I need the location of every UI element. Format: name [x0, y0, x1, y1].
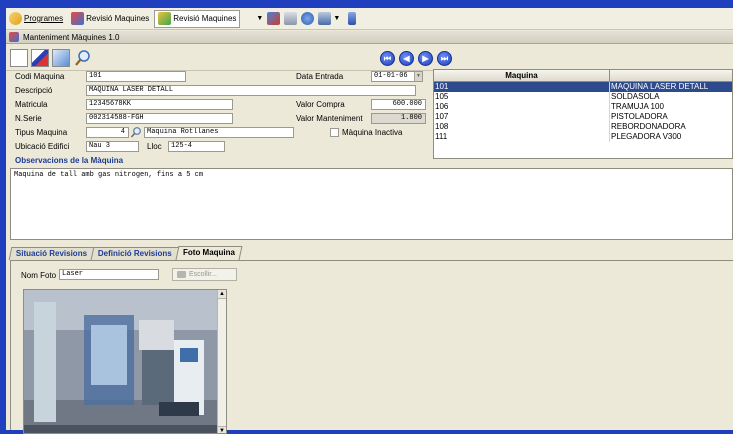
- wrench-icon[interactable]: [267, 12, 281, 25]
- menu-revisio-maquines-2[interactable]: Revisió Maquines: [154, 9, 241, 28]
- dropdown-icon-2[interactable]: ▼: [333, 15, 340, 22]
- menu-revisio-maquines[interactable]: Revisió Maquines: [68, 10, 152, 28]
- tools-icon: [71, 12, 85, 25]
- photo-scrollbar[interactable]: ▲ ▼: [217, 290, 226, 433]
- escollir-button[interactable]: Escollir...: [172, 268, 237, 281]
- matricula-field[interactable]: 12345678KK: [86, 99, 233, 110]
- edit-icon[interactable]: [31, 49, 49, 67]
- add-icon: [158, 12, 172, 25]
- app-window: Programes Revisió Maquines Revisió Maqui…: [6, 8, 733, 434]
- window-icon[interactable]: [318, 12, 332, 25]
- table-row[interactable]: 105 SOLDASOLA: [434, 92, 732, 102]
- table-row[interactable]: 108 REBORDONADORA: [434, 122, 732, 132]
- table-row[interactable]: 111 PLEGADORA V300: [434, 132, 732, 142]
- exit-icon[interactable]: [348, 12, 357, 25]
- descripcio-field[interactable]: MAQUINA LASER DETALL: [86, 85, 416, 96]
- column-header-maquina[interactable]: Maquina: [434, 70, 610, 81]
- search-icon[interactable]: [74, 49, 92, 67]
- first-record-button[interactable]: ⏮: [380, 51, 395, 66]
- machine-list-header: Maquina: [434, 70, 732, 82]
- previous-record-button[interactable]: ◀: [399, 51, 414, 66]
- next-record-button[interactable]: ▶: [418, 51, 433, 66]
- inactiva-label: Màquina Inactiva: [342, 128, 403, 137]
- tab-situacio-revisions[interactable]: Situació Revisions: [8, 247, 95, 260]
- gear-icon[interactable]: [301, 12, 315, 25]
- ubicacio-label: Ubicació Edifici: [15, 142, 70, 151]
- observacions-label: Observacions de la Màquina: [15, 156, 124, 165]
- codi-field[interactable]: 101: [86, 71, 186, 82]
- new-document-icon[interactable]: [10, 49, 28, 67]
- printer-icon[interactable]: [284, 12, 298, 25]
- last-record-button[interactable]: ⏭: [437, 51, 452, 66]
- lloc-field[interactable]: 125-4: [168, 141, 225, 152]
- table-row[interactable]: 107 PISTOLADORA: [434, 112, 732, 122]
- valor-manteniment-field: 1.800: [371, 113, 426, 124]
- toolbar: ⏮ ◀ ▶ ⏭: [6, 45, 733, 71]
- nserie-label: N.Serie: [15, 114, 42, 123]
- tab-foto-maquina[interactable]: Foto Maquina: [175, 246, 243, 260]
- programs-icon: [9, 12, 22, 25]
- valor-manteniment-label: Valor Manteniment: [296, 114, 363, 123]
- menu-programes[interactable]: Programes: [6, 10, 66, 28]
- tab-definicio-revisions[interactable]: Definició Revisions: [90, 247, 180, 260]
- tipus-field[interactable]: 4: [86, 127, 129, 138]
- tipus-label: Tipus Maquina: [15, 128, 68, 137]
- machine-list[interactable]: Maquina 101 MAQUINA LASER DETALL 105 SOL…: [433, 69, 733, 159]
- tipus-search-icon[interactable]: [130, 126, 142, 138]
- folder-icon: [177, 271, 186, 278]
- table-row[interactable]: 106 TRAMUJA 100: [434, 102, 732, 112]
- descripcio-label: Descripció: [15, 86, 53, 95]
- tab-strip: Situació Revisions Definició Revisions F…: [8, 246, 243, 260]
- observacions-textarea[interactable]: Maquina de tall amb gas nitrogen, fins a…: [10, 168, 733, 240]
- table-row[interactable]: 101 MAQUINA LASER DETALL: [434, 82, 732, 92]
- scroll-down-icon[interactable]: ▼: [218, 426, 226, 433]
- date-picker-icon[interactable]: ▼: [414, 72, 422, 81]
- nserie-field[interactable]: 002314588-FGH: [86, 113, 233, 124]
- scroll-up-icon[interactable]: ▲: [218, 290, 226, 299]
- valor-compra-label: Valor Compra: [296, 100, 345, 109]
- copy-icon[interactable]: [52, 49, 70, 67]
- nom-foto-label: Nom Foto: [21, 271, 57, 280]
- inactiva-checkbox[interactable]: [330, 128, 339, 137]
- menubar: Programes Revisió Maquines Revisió Maqui…: [6, 8, 733, 30]
- machine-photo: ▲ ▼: [23, 289, 227, 434]
- window-title: Manteniment Màquines 1.0: [23, 32, 120, 42]
- machine-photo-image: [24, 290, 219, 433]
- column-header-blank: [610, 70, 732, 81]
- codi-label: Codi Maquina: [15, 72, 65, 81]
- valor-compra-field[interactable]: 600.000: [371, 99, 426, 110]
- ubicacio-field[interactable]: Nau 3: [86, 141, 139, 152]
- tools-icon: [9, 32, 19, 42]
- data-entrada-label: Data Entrada: [296, 72, 344, 81]
- dropdown-icon[interactable]: ▼: [256, 15, 263, 22]
- child-window-titlebar: Manteniment Màquines 1.0: [6, 31, 733, 44]
- matricula-label: Matricula: [15, 100, 48, 109]
- lloc-label: Lloc: [147, 142, 162, 151]
- nom-foto-field[interactable]: Laser: [59, 269, 159, 280]
- tipus-description: Maquina Rotllanes: [144, 127, 294, 138]
